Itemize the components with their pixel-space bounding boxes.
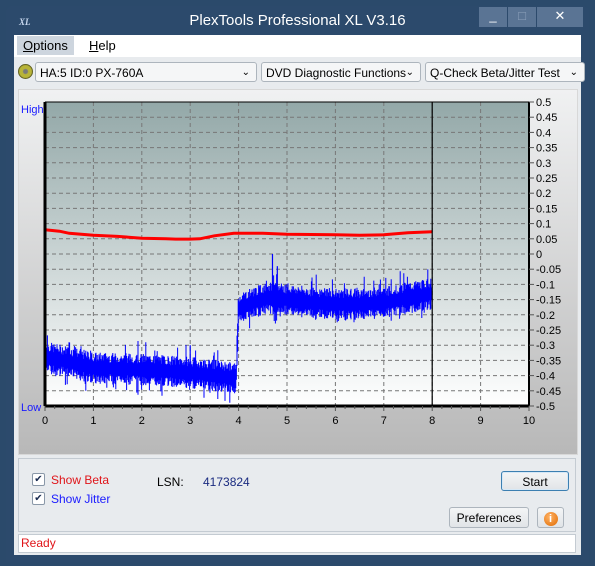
- close-button[interactable]: ✕: [537, 7, 583, 27]
- y-tick-label: 0.3: [536, 158, 551, 170]
- lsn-value: 4173824: [203, 475, 250, 489]
- client-area: Options Help HA:5 ID:0 PX-760A ⌄ DVD Dia…: [14, 35, 585, 555]
- preferences-button[interactable]: Preferences: [449, 507, 529, 528]
- chart-panel: High Low 0 1 2 3 4 5 6 7 8 9 10 0.5 0.45 0.4 0.35 0.3 0.…: [18, 89, 578, 455]
- x-tick-label: 6: [332, 415, 338, 427]
- y-tick-label: -0.15: [536, 295, 561, 307]
- menu-help-label: elp: [98, 38, 116, 53]
- y-tick-label: -0.1: [536, 279, 555, 291]
- show-jitter-checkbox[interactable]: ✔: [32, 492, 45, 505]
- y-tick-label: -0.4: [536, 371, 555, 383]
- disc-drive-icon: [18, 64, 33, 79]
- menu-help[interactable]: Help: [83, 36, 122, 55]
- show-jitter-label[interactable]: Show Jitter: [51, 492, 110, 506]
- y-tick-label: -0.25: [536, 325, 561, 337]
- y-tick-label: 0.2: [536, 188, 551, 200]
- info-icon: i: [543, 512, 558, 526]
- x-tick-label: 5: [284, 415, 290, 427]
- start-button[interactable]: Start: [501, 471, 569, 491]
- x-tick-label: 9: [478, 415, 484, 427]
- function-select[interactable]: DVD Diagnostic Functions ⌄: [261, 62, 421, 82]
- app-window: XL PlexTools Professional XL V3.16 _ □ ✕…: [6, 6, 589, 562]
- status-bar: Ready: [18, 534, 576, 553]
- y-tick-label: 0.4: [536, 127, 551, 139]
- function-select-value: DVD Diagnostic Functions: [266, 66, 407, 80]
- y-tick-label: -0.3: [536, 340, 555, 352]
- minimize-button[interactable]: _: [479, 7, 507, 27]
- x-tick-label: 0: [42, 415, 48, 427]
- y-axis-high-label: High: [21, 104, 44, 116]
- chevron-down-icon: ⌄: [241, 67, 250, 78]
- maximize-button[interactable]: □: [508, 7, 536, 27]
- y-tick-label: 0.25: [536, 173, 557, 185]
- chevron-down-icon: ⌄: [569, 67, 578, 78]
- status-text: Ready: [21, 536, 56, 550]
- menu-options-mnemonic: O: [23, 38, 34, 53]
- y-tick-label: 0.1: [536, 219, 551, 231]
- x-tick-label: 8: [429, 415, 435, 427]
- x-tick-label: 3: [187, 415, 193, 427]
- test-select-value: Q-Check Beta/Jitter Test: [430, 66, 560, 80]
- x-tick-label: 4: [236, 415, 242, 427]
- y-tick-label: 0: [536, 249, 542, 261]
- y-axis-low-label: Low: [21, 402, 42, 414]
- x-tick-label: 10: [523, 415, 535, 427]
- x-tick-label: 1: [90, 415, 96, 427]
- x-tick-label: 2: [139, 415, 145, 427]
- y-tick-label: 0.05: [536, 234, 557, 246]
- info-button[interactable]: i: [537, 507, 564, 528]
- y-tick-label: 0.5: [536, 97, 551, 109]
- y-tick-label: -0.35: [536, 355, 561, 367]
- show-beta-label[interactable]: Show Beta: [51, 473, 109, 487]
- y-tick-label: -0.2: [536, 310, 555, 322]
- y-tick-label: 0.35: [536, 143, 557, 155]
- y-tick-label: -0.45: [536, 386, 561, 398]
- drive-select-value: HA:5 ID:0 PX-760A: [40, 66, 144, 80]
- menu-options[interactable]: Options: [17, 36, 74, 55]
- toolbar: HA:5 ID:0 PX-760A ⌄ DVD Diagnostic Funct…: [14, 57, 585, 87]
- menu-options-label: ptions: [33, 38, 68, 53]
- y-tick-label: -0.5: [536, 401, 555, 413]
- y-tick-label: 0.15: [536, 203, 557, 215]
- test-select[interactable]: Q-Check Beta/Jitter Test ⌄: [425, 62, 585, 82]
- menu-bar: Options Help: [14, 35, 581, 57]
- x-tick-label: 7: [381, 415, 387, 427]
- beta-jitter-chart: 0 1 2 3 4 5 6 7 8 9 10 0.5 0.45 0.4 0.35 0.3 0.25 0.2 0.15…: [42, 97, 561, 427]
- options-panel: ✔ Show Beta ✔ Show Jitter LSN: 4173824 S…: [18, 458, 576, 532]
- lsn-label: LSN:: [157, 475, 184, 489]
- chevron-down-icon: ⌄: [405, 67, 414, 78]
- title-bar[interactable]: XL PlexTools Professional XL V3.16 _ □ ✕: [6, 6, 589, 36]
- y-tick-label: 0.45: [536, 112, 557, 124]
- y-tick-label: -0.05: [536, 264, 561, 276]
- menu-help-mnemonic: H: [89, 38, 99, 53]
- show-beta-checkbox[interactable]: ✔: [32, 473, 45, 486]
- drive-select[interactable]: HA:5 ID:0 PX-760A ⌄: [35, 62, 257, 82]
